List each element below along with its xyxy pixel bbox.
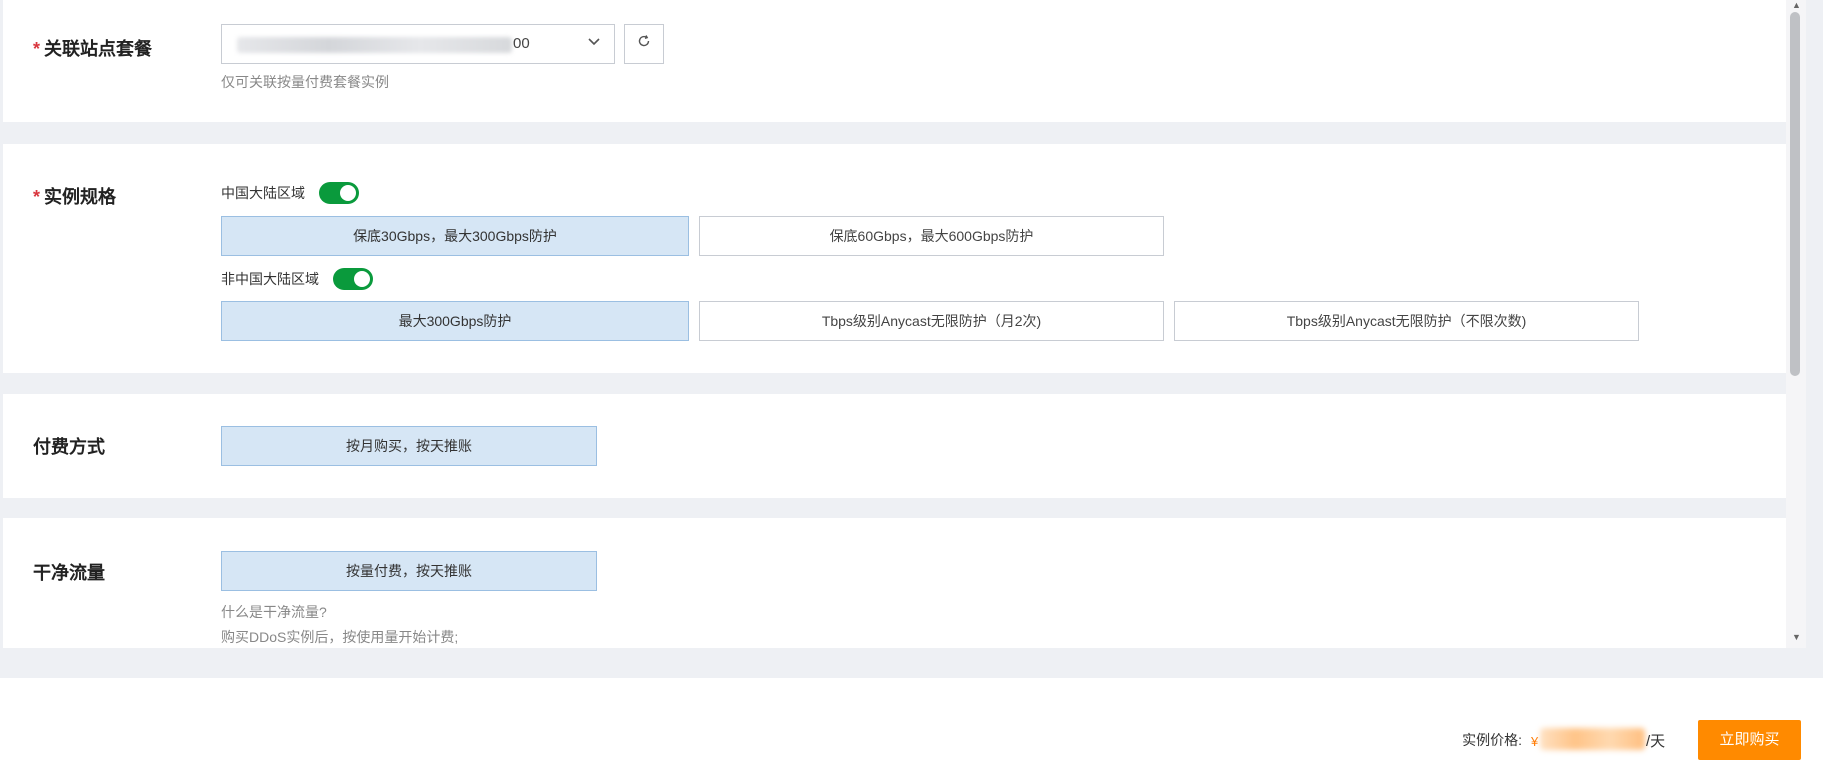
redacted-price	[1540, 728, 1645, 750]
site-package-hint: 仅可关联按量付费套餐实例	[221, 74, 389, 90]
site-package-select[interactable]: 00	[221, 24, 615, 64]
price-currency: ¥	[1531, 734, 1539, 749]
clean-traffic-section: 干净流量 按量付费，按天推账 什么是干净流量? 购买DDoS实例后，按使用量开始…	[3, 518, 1786, 648]
overseas-region-row: 非中国大陆区域	[221, 268, 373, 290]
select-value-suffix: 00	[513, 35, 530, 52]
refresh-icon	[637, 35, 651, 52]
redacted-value	[237, 37, 512, 53]
payment-section: 付费方式 按月购买，按天推账	[3, 394, 1786, 498]
overseas-option-anycast-unlimited[interactable]: Tbps级别Anycast无限防护（不限次数)	[1174, 301, 1639, 341]
price-label: 实例价格:	[1462, 732, 1522, 748]
scrollbar-thumb[interactable]	[1790, 12, 1800, 376]
overseas-option-anycast-monthly[interactable]: Tbps级别Anycast无限防护（月2次)	[699, 301, 1164, 341]
site-package-label: * 关联站点套餐	[33, 39, 153, 59]
clean-traffic-label: 干净流量	[33, 563, 105, 583]
chevron-down-icon	[586, 33, 602, 54]
mainland-region-label: 中国大陆区域	[221, 185, 305, 201]
price-unit: /天	[1646, 733, 1666, 750]
form-scroll-area: * 关联站点套餐 00 仅可关联按量付费套餐实例 * 实例规格 中国大陆区域 保底3…	[0, 0, 1823, 648]
vertical-scrollbar[interactable]: ▲ ▼	[1786, 0, 1806, 648]
required-mark: *	[33, 39, 41, 59]
overseas-region-label: 非中国大陆区域	[221, 271, 319, 287]
mainland-option-30gbps[interactable]: 保底30Gbps，最大300Gbps防护	[221, 216, 689, 256]
mainland-region-toggle[interactable]	[319, 182, 359, 204]
instance-spec-label: * 实例规格	[33, 187, 117, 207]
overseas-region-toggle[interactable]	[333, 268, 373, 290]
clean-traffic-hint-billing: 购买DDoS实例后，按使用量开始计费;	[221, 629, 459, 645]
refresh-button[interactable]	[624, 24, 664, 64]
scroll-up-icon[interactable]: ▲	[1792, 0, 1801, 10]
clean-traffic-hint-question: 什么是干净流量?	[221, 604, 327, 620]
scroll-down-icon[interactable]: ▼	[1792, 632, 1801, 642]
purchase-footer: 实例价格: ¥ /天 立即购买	[0, 678, 1823, 775]
buy-now-button[interactable]: 立即购买	[1698, 720, 1801, 760]
overseas-option-300gbps[interactable]: 最大300Gbps防护	[221, 301, 689, 341]
required-mark: *	[33, 187, 41, 207]
mainland-region-row: 中国大陆区域	[221, 182, 359, 204]
mainland-option-60gbps[interactable]: 保底60Gbps，最大600Gbps防护	[699, 216, 1164, 256]
payment-label: 付费方式	[33, 437, 105, 457]
clean-traffic-option[interactable]: 按量付费，按天推账	[221, 551, 597, 591]
site-package-section: * 关联站点套餐 00 仅可关联按量付费套餐实例	[3, 0, 1786, 122]
payment-option-monthly[interactable]: 按月购买，按天推账	[221, 426, 597, 466]
instance-spec-section: * 实例规格 中国大陆区域 保底30Gbps，最大300Gbps防护 保底60Gb…	[3, 144, 1786, 373]
